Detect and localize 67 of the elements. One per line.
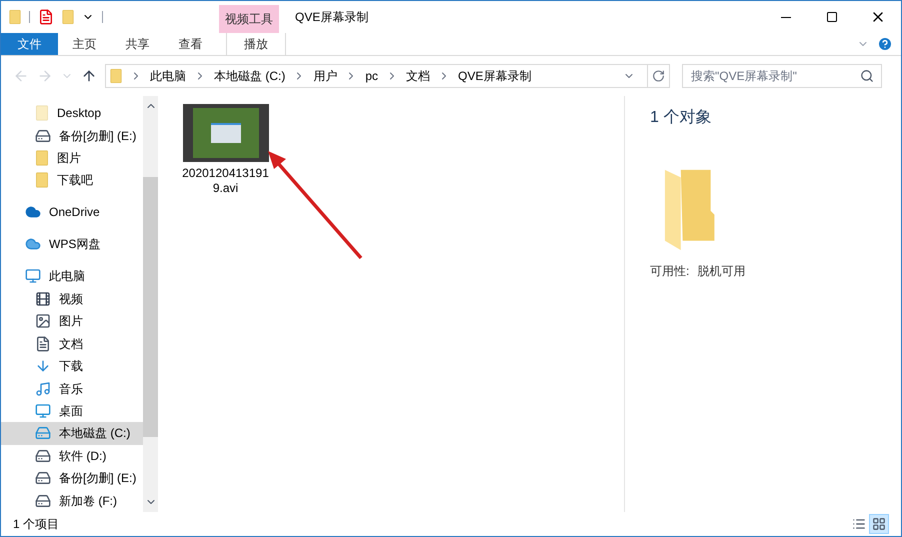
file-name: 20201204131919.avi bbox=[181, 166, 270, 196]
breadcrumb-item[interactable]: 本地磁盘 (C:) bbox=[214, 67, 286, 85]
breadcrumb-item[interactable]: 此电脑 bbox=[150, 67, 186, 85]
nav-item[interactable]: 桌面 bbox=[1, 400, 143, 422]
property-value: 脱机可用 bbox=[697, 263, 746, 280]
nav-item[interactable]: 图片 bbox=[1, 310, 143, 333]
music-note-icon bbox=[35, 380, 51, 397]
scrollbar[interactable] bbox=[143, 96, 158, 512]
window-title: QVE屏幕录制 bbox=[295, 9, 368, 26]
drive-icon bbox=[35, 492, 51, 509]
nav-item[interactable]: 软件 (D:) bbox=[1, 444, 143, 468]
ribbon-tab[interactable]: 文件 bbox=[1, 33, 58, 55]
minimize-icon bbox=[781, 16, 791, 18]
nav-item[interactable]: 下载 bbox=[1, 354, 143, 378]
drive-icon bbox=[35, 448, 51, 464]
nav-item[interactable]: 视频 bbox=[1, 288, 143, 310]
properties-icon[interactable] bbox=[38, 9, 54, 25]
breadcrumb-item[interactable]: QVE屏幕录制 bbox=[458, 67, 532, 85]
picture-icon bbox=[35, 313, 51, 330]
nav-item[interactable]: 新加卷 (F:) bbox=[1, 489, 143, 512]
breadcrumb-item[interactable]: 文档 bbox=[406, 67, 430, 85]
details-title: 1 个对象 bbox=[650, 108, 712, 128]
ribbon-tab[interactable]: 主页 bbox=[58, 33, 111, 55]
folder-icon bbox=[9, 9, 21, 25]
ribbon-tab[interactable]: 共享 bbox=[111, 33, 164, 55]
nav-item[interactable]: 下载吧 bbox=[1, 169, 143, 192]
cloud-icon bbox=[25, 236, 41, 252]
download-arrow-icon bbox=[35, 358, 51, 374]
folder-icon bbox=[35, 105, 49, 122]
help-icon[interactable] bbox=[877, 36, 893, 52]
drive-icon bbox=[35, 425, 51, 442]
cloud-icon bbox=[25, 204, 41, 220]
file-item[interactable]: 20201204131919.avi bbox=[178, 104, 273, 196]
item-count: 1 个项目 bbox=[13, 516, 60, 533]
breadcrumb-item[interactable]: pc bbox=[365, 67, 378, 85]
nav-item[interactable]: 备份[勿删] (E:) bbox=[1, 124, 143, 147]
nav-item[interactable]: OneDrive bbox=[1, 200, 143, 224]
property-label: 可用性: bbox=[650, 263, 690, 280]
nav-item[interactable]: WPS网盘 bbox=[1, 232, 143, 256]
desktop-icon bbox=[35, 403, 51, 419]
film-icon bbox=[35, 290, 51, 307]
address-bar[interactable]: 此电脑 本地磁盘 (C:) 用户 pc 文档 QVE屏幕录制 bbox=[105, 64, 670, 88]
breadcrumb-item[interactable]: 用户 bbox=[313, 67, 338, 85]
nav-item[interactable]: 此电脑 bbox=[1, 264, 143, 288]
search-icon[interactable] bbox=[860, 69, 874, 83]
nav-item[interactable]: 音乐 bbox=[1, 377, 143, 400]
drive-icon bbox=[35, 128, 51, 144]
folder-icon bbox=[35, 150, 49, 166]
context-tab-group: 视频工具 bbox=[219, 5, 279, 33]
list-icon bbox=[852, 517, 866, 531]
document-icon bbox=[35, 336, 51, 352]
folder-icon bbox=[35, 172, 49, 188]
nav-item[interactable]: 备份[勿删] (E:) bbox=[1, 467, 143, 490]
grid-icon bbox=[872, 517, 886, 531]
folder-icon bbox=[110, 68, 122, 84]
nav-item[interactable]: 本地磁盘 (C:) bbox=[1, 422, 143, 445]
drive-icon bbox=[35, 470, 51, 486]
computer-icon bbox=[25, 268, 41, 284]
new-folder-icon bbox=[62, 9, 74, 25]
search-field[interactable]: 搜索"QVE屏幕录制" bbox=[682, 64, 882, 88]
nav-item[interactable]: 图片 bbox=[1, 146, 143, 170]
ribbon-tab[interactable]: 播放 bbox=[226, 33, 286, 55]
nav-item[interactable]: 文档 bbox=[1, 332, 143, 355]
ribbon-tab[interactable]: 查看 bbox=[164, 33, 217, 55]
maximize-icon bbox=[826, 11, 838, 23]
large-icons-view-button[interactable] bbox=[869, 514, 889, 534]
nav-item[interactable]: Desktop bbox=[1, 102, 143, 124]
